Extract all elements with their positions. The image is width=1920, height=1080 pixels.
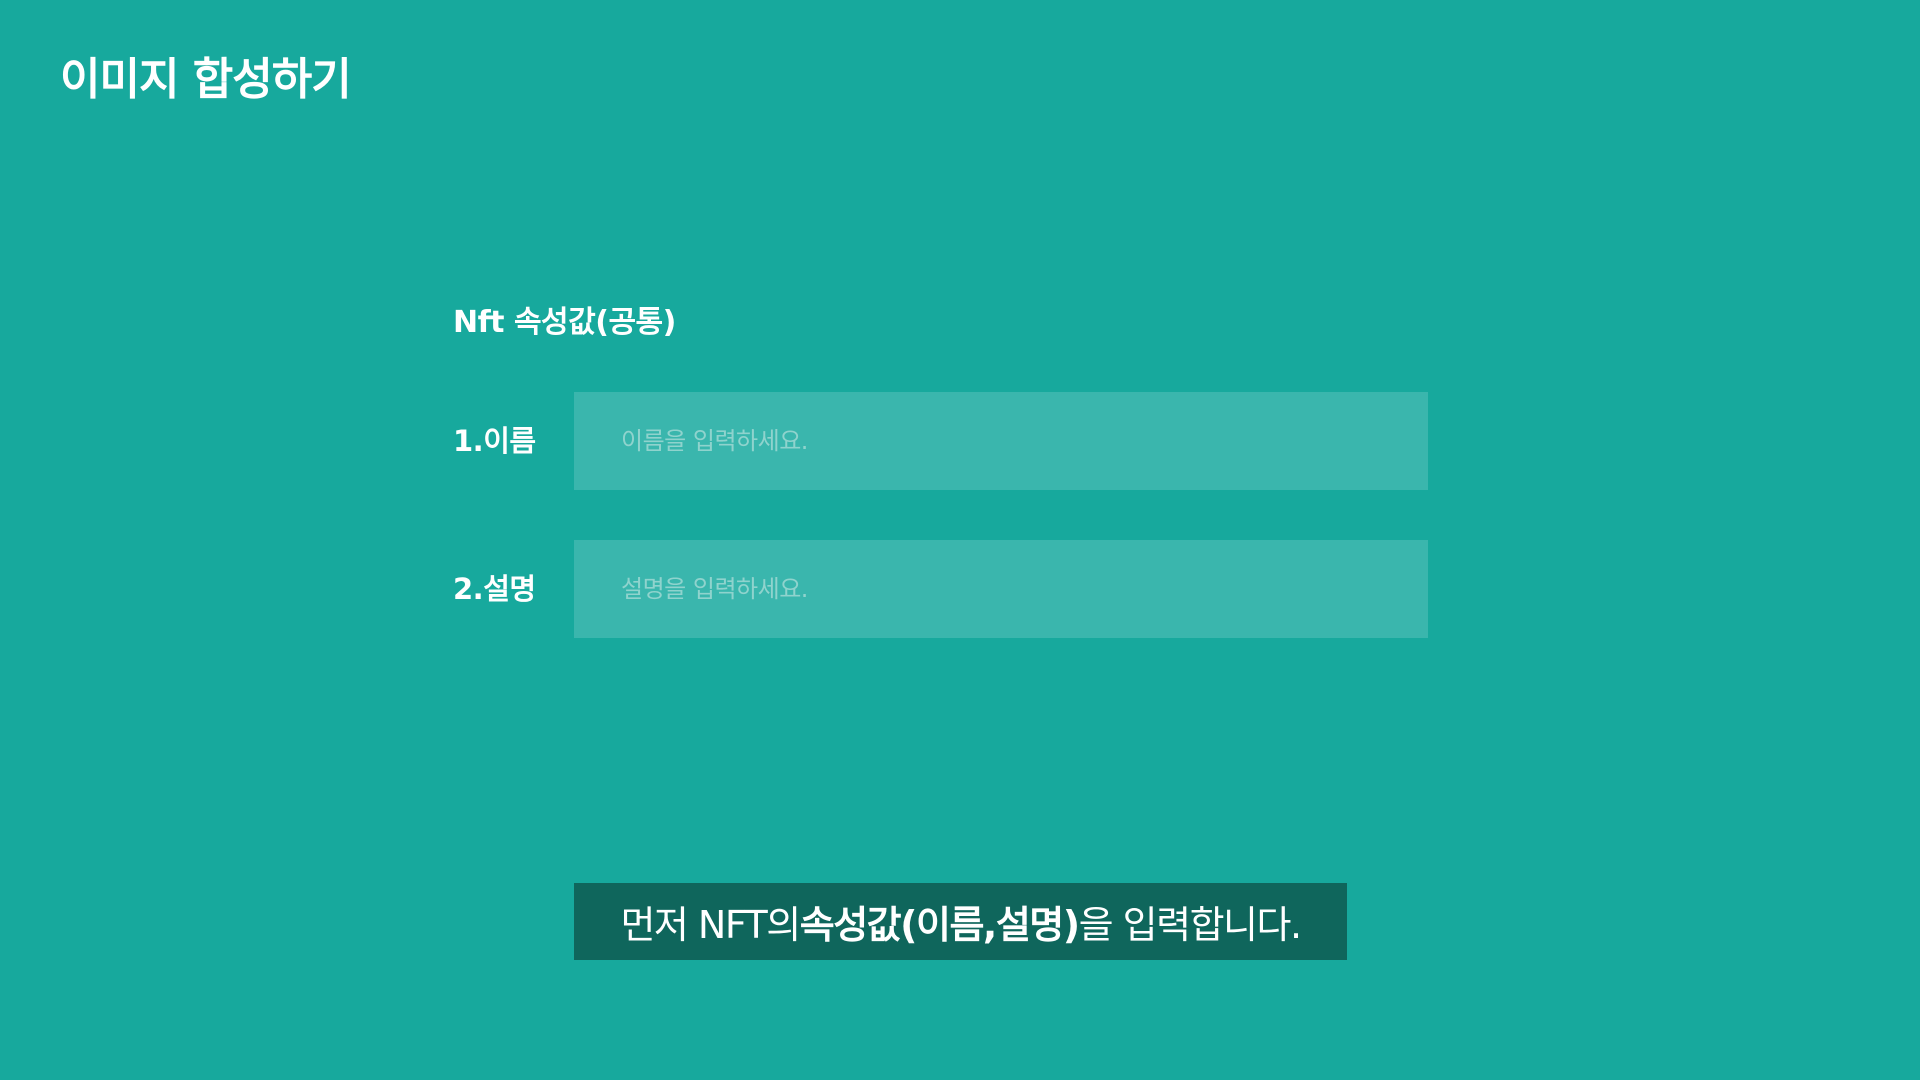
description-field-label: 2.설명 <box>453 572 536 606</box>
description-input[interactable] <box>574 540 1428 638</box>
page-title: 이미지 합성하기 <box>60 54 352 105</box>
caption-prefix: 먼저 NFT의 <box>620 903 801 947</box>
caption-bar: 먼저 NFT의 속성값(이름,설명) 을 입력합니다. <box>574 883 1347 960</box>
nft-attributes-section-title: Nft 속성값(공통) <box>453 305 676 340</box>
caption-suffix: 을 입력합니다. <box>1078 903 1302 947</box>
description-field-row: 2.설명 <box>453 540 1428 638</box>
caption-emphasis: 속성값(이름,설명) <box>799 903 1080 947</box>
name-field-label: 1.이름 <box>453 424 536 458</box>
name-field-row: 1.이름 <box>453 392 1428 490</box>
name-input[interactable] <box>574 392 1428 490</box>
